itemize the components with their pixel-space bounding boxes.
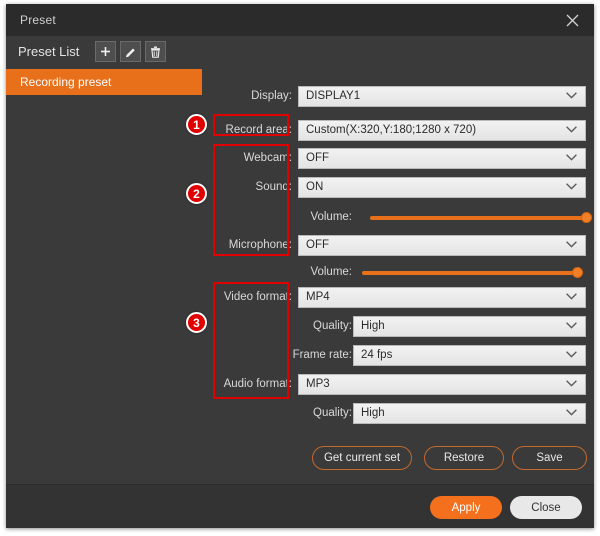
sound-dropdown[interactable]: ON [298,177,586,198]
microphone-value: OFF [306,239,329,251]
close-label: Close [531,501,561,514]
chevron-down-icon [566,126,577,133]
preset-sidebar: Preset List Recording preset [6,36,203,484]
video-quality-value: High [361,320,385,332]
webcam-label: Webcam: [243,152,292,164]
record-area-label-wrap: Record area: [202,120,292,141]
webcam-dropdown[interactable]: OFF [298,148,586,169]
preset-list: Recording preset [6,69,202,95]
sound-volume-slider[interactable] [370,211,592,225]
chevron-down-icon [566,92,577,99]
video-format-label: Video format: [223,291,292,303]
audio-quality-value: High [361,407,385,419]
frame-rate-value: 24 fps [361,349,393,361]
slider-knob[interactable] [571,267,583,278]
pencil-icon [125,46,137,58]
record-area-dropdown[interactable]: Custom(X:320,Y:180;1280 x 720) [298,120,586,141]
preset-toolbar [95,41,166,62]
window-title: Preset [20,13,56,27]
audio-format-dropdown[interactable]: MP3 [298,374,586,395]
frame-rate-label: Frame rate: [292,349,352,361]
get-current-set-label: Get current set [323,452,401,464]
microphone-volume-slider[interactable] [362,266,583,280]
audio-quality-dropdown[interactable]: High [353,403,586,424]
chevron-down-icon [566,322,577,329]
display-label-wrap: Display: [202,86,292,107]
display-dropdown[interactable]: DISPLAY1 [298,86,586,107]
audio-quality-label-wrap: Quality: [262,403,352,424]
delete-preset-button[interactable] [145,41,166,62]
edit-preset-button[interactable] [120,41,141,62]
frame-rate-dropdown[interactable]: 24 fps [353,345,586,366]
get-current-set-button[interactable]: Get current set [312,446,412,470]
video-quality-label-wrap: Quality: [262,316,352,337]
restore-button[interactable]: Restore [424,446,504,470]
webcam-label-wrap: Webcam: [202,148,292,169]
sound-volume-label: Volume: [310,211,352,223]
chevron-down-icon [566,183,577,190]
restore-label: Restore [443,452,485,464]
video-format-dropdown[interactable]: MP4 [298,287,586,308]
video-quality-label: Quality: [313,320,352,332]
display-label: Display: [251,90,292,102]
chevron-down-icon [566,154,577,161]
add-preset-button[interactable] [95,41,116,62]
chevron-down-icon [566,380,577,387]
close-button[interactable]: Close [510,496,582,519]
audio-format-label: Audio format: [223,378,292,390]
preset-dialog: Preset Preset List Recording preset Disp… [6,4,594,528]
video-format-label-wrap: Video format: [202,287,292,308]
video-format-value: MP4 [306,291,330,303]
chevron-down-icon [566,241,577,248]
save-button[interactable]: Save [512,446,587,470]
webcam-value: OFF [306,152,329,164]
chevron-down-icon [566,351,577,358]
preset-list-header: Preset List [6,36,202,69]
audio-format-label-wrap: Audio format: [202,374,292,395]
video-quality-dropdown[interactable]: High [353,316,586,337]
slider-fill [370,216,586,220]
microphone-label: Microphone: [228,239,292,251]
slider-knob[interactable] [580,212,592,223]
plus-icon [100,46,111,57]
titlebar: Preset [6,4,594,36]
display-value: DISPLAY1 [306,90,361,102]
close-icon[interactable] [554,5,590,35]
record-area-label: Record area: [225,124,292,136]
settings-panel: Display: DISPLAY1 Record area: Custom(X:… [202,36,594,484]
sound-value: ON [306,181,324,193]
microphone-dropdown[interactable]: OFF [298,235,586,256]
sound-label-wrap: Sound: [202,177,292,198]
sound-volume-label-wrap: Volume: [262,207,352,228]
dialog-footer: Apply Close [6,484,594,528]
trash-icon [150,46,161,58]
preset-item-label: Recording preset [20,75,112,89]
microphone-label-wrap: Microphone: [202,235,292,256]
audio-format-value: MP3 [306,378,330,390]
slider-fill [362,271,577,275]
frame-rate-label-wrap: Frame rate: [242,345,352,366]
chevron-down-icon [566,409,577,416]
sound-label: Sound: [255,181,292,193]
save-label: Save [536,452,563,464]
preset-list-title: Preset List [18,44,80,59]
apply-label: Apply [451,501,481,514]
microphone-volume-label: Volume: [310,266,352,278]
record-area-value: Custom(X:320,Y:180;1280 x 720) [306,124,477,136]
apply-button[interactable]: Apply [430,496,502,519]
audio-quality-label: Quality: [313,407,352,419]
preset-item-recording-preset[interactable]: Recording preset [6,69,202,95]
microphone-volume-label-wrap: Volume: [262,262,352,283]
chevron-down-icon [566,293,577,300]
